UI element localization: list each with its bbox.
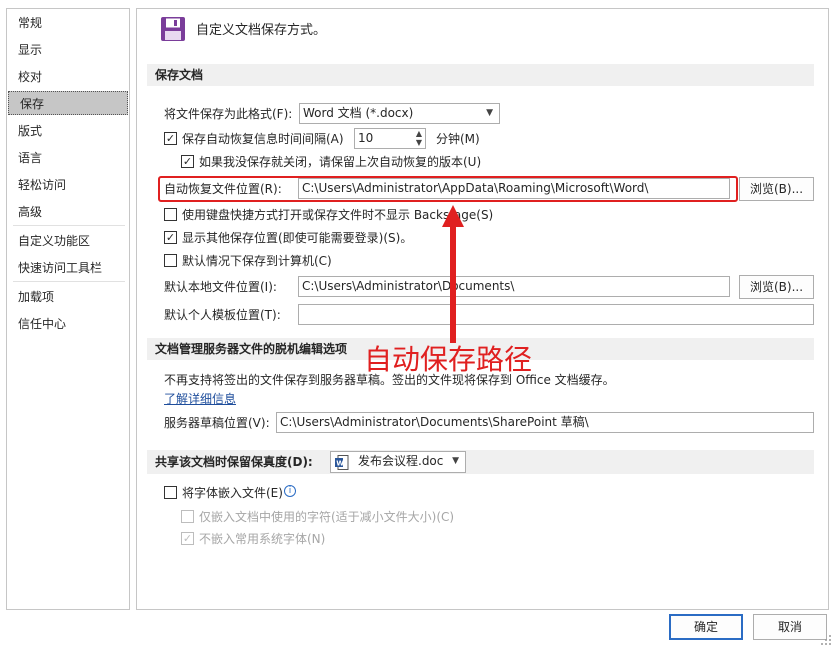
no-common-fonts-label: 不嵌入常用系统字体(N)	[199, 532, 326, 546]
annotation-highlight-box	[158, 176, 738, 202]
resize-grip-icon[interactable]	[820, 634, 832, 646]
sidebar-item-add-ins[interactable]: 加载项	[7, 285, 129, 309]
local-location-label: 默认本地文件位置(I):	[164, 280, 277, 294]
autorecover-checkbox[interactable]: ✓	[164, 132, 177, 145]
section-header-preserve-fidelity: 共享该文档时保留保真度(D):	[147, 450, 814, 474]
sidebar-item-display[interactable]: 显示	[7, 38, 129, 62]
embed-used-chars-label: 仅嵌入文档中使用的字符(适于减小文件大小)(C)	[199, 510, 455, 524]
minutes-unit-label: 分钟(M)	[436, 132, 480, 146]
sidebar-divider	[13, 281, 125, 282]
keep-last-version-checkbox[interactable]: ✓	[181, 155, 194, 168]
no-backstage-checkbox[interactable]	[164, 208, 177, 221]
section-header-save-documents: 保存文档	[147, 64, 814, 86]
svg-text:W: W	[336, 460, 344, 468]
chevron-down-icon: ▼	[486, 108, 493, 118]
category-sidebar: 常规 显示 校对 保存 版式 语言 轻松访问 高级 自定义功能区 快速访问工具栏…	[6, 8, 130, 610]
fidelity-document-value: 发布会议程.doc	[358, 454, 444, 468]
offline-info-text: 不再支持将签出的文件保存到服务器草稿。签出的文件现将保存到 Office 文档缓…	[164, 373, 615, 387]
fidelity-document-dropdown[interactable]: W 发布会议程.doc ▼	[330, 451, 466, 473]
autorecover-minutes-spinner[interactable]: 10 ▲ ▼	[354, 128, 426, 149]
sidebar-item-save[interactable]: 保存	[8, 91, 128, 115]
show-other-locations-checkbox[interactable]: ✓	[164, 231, 177, 244]
autorecover-label: 保存自动恢复信息时间间隔(A)	[182, 132, 344, 146]
save-format-dropdown[interactable]: Word 文档 (*.docx) ▼	[299, 103, 500, 124]
save-to-computer-label: 默认情况下保存到计算机(C)	[182, 254, 332, 268]
autorecover-minutes-value: 10	[358, 131, 374, 145]
sidebar-item-advanced[interactable]: 高级	[7, 200, 129, 224]
info-icon[interactable]: i	[284, 485, 296, 497]
sidebar-item-language[interactable]: 语言	[7, 146, 129, 170]
sidebar-item-customize-ribbon[interactable]: 自定义功能区	[7, 229, 129, 253]
show-other-locations-label: 显示其他保存位置(即使可能需要登录)(S)。	[182, 231, 413, 245]
embed-fonts-checkbox[interactable]	[164, 486, 177, 499]
floppy-disk-icon	[161, 17, 185, 41]
annotation-arrow-icon	[442, 205, 464, 343]
browse-local-button[interactable]: 浏览(B)...	[739, 275, 814, 299]
browse-autorecover-button[interactable]: 浏览(B)...	[739, 177, 814, 201]
embed-used-chars-checkbox[interactable]	[181, 510, 194, 523]
sidebar-item-quick-access-toolbar[interactable]: 快速访问工具栏	[7, 256, 129, 280]
learn-more-link[interactable]: 了解详细信息	[164, 391, 236, 407]
sidebar-item-proofing[interactable]: 校对	[7, 65, 129, 89]
page-title: 自定义文档保存方式。	[196, 23, 327, 38]
chevron-down-icon: ▼	[452, 456, 459, 466]
sidebar-item-trust-center[interactable]: 信任中心	[7, 312, 129, 336]
ok-button[interactable]: 确定	[669, 614, 743, 640]
spinner-arrows-icon[interactable]: ▲ ▼	[416, 129, 422, 147]
sidebar-item-accessibility[interactable]: 轻松访问	[7, 173, 129, 197]
keep-last-version-label: 如果我没保存就关闭，请保留上次自动恢复的版本(U)	[199, 155, 482, 169]
save-format-value: Word 文档 (*.docx)	[303, 106, 414, 120]
embed-fonts-label: 将字体嵌入文件(E)	[182, 486, 283, 500]
sidebar-item-layout[interactable]: 版式	[7, 119, 129, 143]
no-common-fonts-checkbox[interactable]: ✓	[181, 532, 194, 545]
save-format-label: 将文件保存为此格式(F):	[164, 107, 293, 121]
cancel-button[interactable]: 取消	[753, 614, 827, 640]
local-location-input[interactable]: C:\Users\Administrator\Documents\	[298, 276, 730, 297]
sidebar-item-general[interactable]: 常规	[7, 11, 129, 35]
server-drafts-input[interactable]: C:\Users\Administrator\Documents\SharePo…	[276, 412, 814, 433]
save-to-computer-checkbox[interactable]	[164, 254, 177, 267]
template-location-label: 默认个人模板位置(T):	[164, 308, 281, 322]
sidebar-divider	[13, 225, 125, 226]
server-drafts-label: 服务器草稿位置(V):	[164, 416, 270, 430]
template-location-input[interactable]	[298, 304, 814, 325]
word-document-icon: W	[335, 455, 349, 470]
